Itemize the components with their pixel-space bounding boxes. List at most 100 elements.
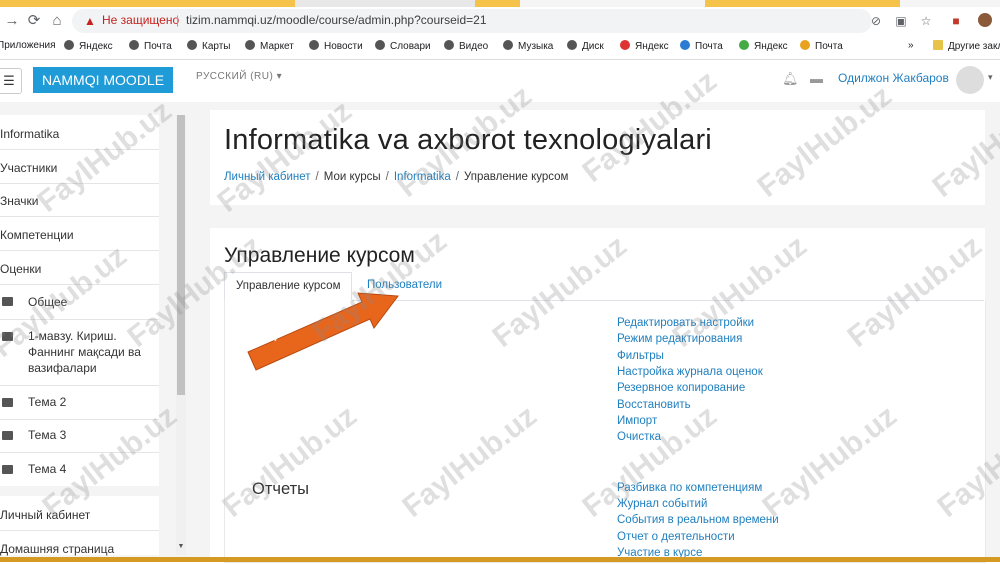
- breadcrumb-current: Управление курсом: [463, 171, 569, 183]
- bookmark-favicon-icon: [64, 40, 74, 50]
- link-event-log[interactable]: Журнал событий: [617, 498, 707, 510]
- drawer-item-badges[interactable]: Значки: [0, 183, 159, 217]
- link-gradebook-setup[interactable]: Настройка журнала оценок: [617, 366, 763, 378]
- bookmark-item[interactable]: Яндекс: [739, 40, 788, 52]
- drawer-item-competencies[interactable]: Компетенции: [0, 216, 159, 251]
- bell-icon[interactable]: 🔔︎: [782, 71, 799, 87]
- moodle-navbar: ☰ NAMMQI MOODLE РУССКИЙ (RU) ▾ 🔔︎ ▬ Одил…: [0, 60, 1000, 103]
- home-icon[interactable]: ⌂: [47, 11, 67, 31]
- reports-heading: Отчеты: [252, 480, 310, 498]
- bookmark-item[interactable]: Видео: [444, 40, 488, 52]
- breadcrumb-my-courses: Мои курсы: [323, 171, 381, 183]
- taskbar: [0, 557, 1000, 562]
- chevron-down-icon[interactable]: ▾: [988, 72, 993, 83]
- drawer-section[interactable]: Общее: [0, 284, 159, 320]
- drawer-section[interactable]: Тема 2: [0, 385, 159, 420]
- not-secure-label: Не защищено: [102, 13, 180, 27]
- breadcrumb-separator: /: [315, 171, 319, 183]
- omnibox[interactable]: ▲ Не защищено | tizim.nammqi.uz/moodle/c…: [72, 9, 872, 33]
- bookmark-item[interactable]: Почта: [800, 40, 843, 52]
- course-header: Informatika va axborot texnologiyalari Л…: [210, 110, 985, 205]
- address-bar: → ⟳ ⌂ ▲ Не защищено | tizim.nammqi.uz/mo…: [0, 7, 1000, 35]
- translate-icon[interactable]: ▣: [893, 13, 909, 29]
- bookmark-item[interactable]: Почта: [129, 40, 172, 52]
- bookmark-other[interactable]: Другие закл: [933, 40, 1000, 52]
- star-icon[interactable]: ☆: [918, 13, 934, 29]
- link-edit-mode[interactable]: Режим редактирования: [617, 333, 742, 345]
- drawer-section[interactable]: Тема 3: [0, 419, 159, 453]
- camera-block-icon[interactable]: ⊘: [868, 13, 884, 29]
- bookmark-favicon-icon: [309, 40, 319, 50]
- bookmark-favicon-icon: [245, 40, 255, 50]
- folder-icon: [2, 297, 13, 306]
- breadcrumb-course[interactable]: Informatika: [394, 171, 451, 183]
- browser-tab[interactable]: [520, 0, 705, 7]
- folder-icon: [2, 465, 13, 474]
- link-activity-report[interactable]: Отчет о деятельности: [617, 531, 735, 543]
- url-separator: |: [176, 13, 180, 27]
- drawer-section[interactable]: 1-мавзу. Кириш. Фаннинг мақсади ва вазиф…: [0, 319, 159, 386]
- scroll-down-arrow-icon[interactable]: ▼: [176, 543, 186, 550]
- link-filters[interactable]: Фильтры: [617, 350, 664, 362]
- pdf-extension-icon[interactable]: ■: [948, 13, 964, 29]
- reload-icon[interactable]: ⟳: [24, 11, 44, 31]
- scrollbar-thumb[interactable]: [177, 115, 185, 395]
- browser-tab[interactable]: [900, 0, 1000, 7]
- bookmark-item[interactable]: Яндекс: [64, 40, 113, 52]
- bookmark-favicon-icon: [567, 40, 577, 50]
- bookmark-favicon-icon: [680, 40, 690, 50]
- avatar[interactable]: [956, 66, 984, 94]
- url-text[interactable]: tizim.nammqi.uz/moodle/course/admin.php?…: [186, 13, 487, 27]
- user-menu[interactable]: Одилжон Жакбаров: [838, 71, 949, 85]
- bookmark-item[interactable]: Словари: [375, 40, 431, 52]
- folder-icon: [2, 431, 13, 440]
- breadcrumb-dashboard[interactable]: Личный кабинет: [224, 171, 311, 183]
- bookmark-favicon-icon: [129, 40, 139, 50]
- message-icon[interactable]: ▬: [810, 71, 823, 86]
- browser-tab-strip: [0, 0, 1000, 7]
- breadcrumb-separator: /: [385, 171, 389, 183]
- drawer-item-grades[interactable]: Оценки: [0, 250, 159, 285]
- bookmark-item[interactable]: Карты: [187, 40, 231, 52]
- link-backup[interactable]: Резервное копирование: [617, 382, 745, 394]
- course-admin-card: Управление курсом Управление курсом Поль…: [210, 228, 986, 563]
- bookmark-favicon-icon: [187, 40, 197, 50]
- browser-tab[interactable]: [295, 0, 475, 7]
- menu-toggle-button[interactable]: ☰: [0, 68, 22, 94]
- section-title: Управление курсом: [224, 244, 415, 267]
- bookmark-favicon-icon: [800, 40, 810, 50]
- profile-icon[interactable]: [978, 13, 992, 27]
- bookmarks-overflow-icon[interactable]: »: [908, 40, 914, 51]
- bookmark-item[interactable]: Новости: [309, 40, 363, 52]
- drawer-item-participants[interactable]: Участники: [0, 149, 159, 184]
- bookmark-favicon-icon: [620, 40, 630, 50]
- link-competency-breakdown[interactable]: Разбивка по компетенциям: [617, 482, 762, 494]
- back-arrow-icon[interactable]: →: [2, 11, 22, 31]
- drawer-scrollbar[interactable]: ▼: [176, 115, 186, 555]
- breadcrumb: Личный кабинет / Мои курсы / Informatika / Упр…: [224, 171, 568, 183]
- folder-icon: [2, 398, 13, 407]
- bookmark-apps[interactable]: Приложения: [0, 40, 56, 51]
- bookmark-item[interactable]: Диск: [567, 40, 604, 52]
- bookmark-favicon-icon: [503, 40, 513, 50]
- site-brand[interactable]: NAMMQI MOODLE: [33, 67, 173, 93]
- bookmark-item[interactable]: Яндекс: [620, 40, 669, 52]
- folder-icon: [933, 40, 943, 50]
- link-restore[interactable]: Восстановить: [617, 399, 691, 411]
- bookmark-item[interactable]: Почта: [680, 40, 723, 52]
- bookmark-item[interactable]: Музыка: [503, 40, 553, 52]
- drawer-divider: [0, 486, 159, 496]
- drawer-item-dashboard[interactable]: Личный кабинет: [0, 496, 159, 531]
- breadcrumb-separator: /: [455, 171, 459, 183]
- warning-icon: ▲: [84, 14, 96, 28]
- link-import[interactable]: Импорт: [617, 415, 657, 427]
- drawer-item-course[interactable]: Informatika: [0, 115, 159, 150]
- language-menu[interactable]: РУССКИЙ (RU) ▾: [196, 71, 282, 82]
- bookmark-favicon-icon: [375, 40, 385, 50]
- drawer-section[interactable]: Тема 4: [0, 452, 159, 486]
- bookmark-item[interactable]: Маркет: [245, 40, 294, 52]
- link-edit-settings[interactable]: Редактировать настройки: [617, 317, 754, 329]
- link-reset[interactable]: Очистка: [617, 431, 661, 443]
- bookmark-favicon-icon: [739, 40, 749, 50]
- link-live-events[interactable]: События в реальном времени: [617, 514, 779, 526]
